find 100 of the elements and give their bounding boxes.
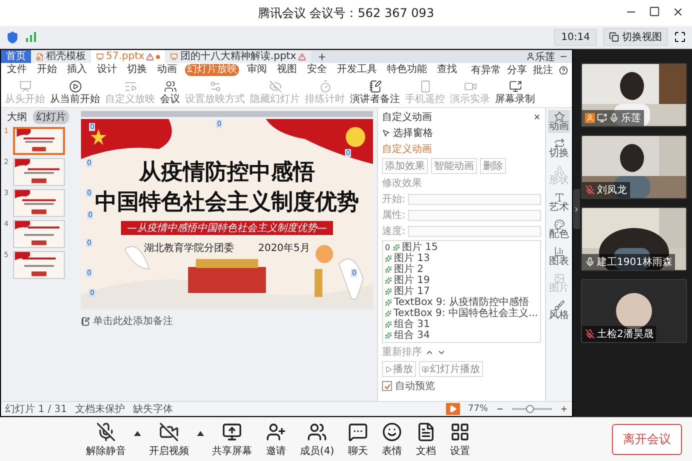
- ribbon-tab[interactable]: 插入: [65, 64, 89, 76]
- toolbar-button[interactable]: 共享屏幕: [206, 422, 258, 458]
- effect-button[interactable]: 智能动画: [431, 158, 477, 174]
- presentation-icon: [170, 52, 178, 60]
- slide-thumbnail[interactable]: [13, 220, 65, 248]
- ribbon-tab[interactable]: 审阅: [245, 64, 269, 76]
- ribbon-tab[interactable]: 查找: [435, 64, 459, 76]
- side-tool[interactable]: 风格: [548, 299, 570, 322]
- ribbon-tab[interactable]: 特色功能: [385, 64, 429, 76]
- ribbon-button[interactable]: 会议: [160, 80, 180, 104]
- effect-item[interactable]: 组合 31: [385, 319, 538, 330]
- unsaved-dot: [156, 54, 160, 58]
- close-icon[interactable]: [533, 113, 541, 121]
- ribbon-button[interactable]: 从当前开始: [50, 80, 100, 104]
- shapes-icon: [554, 165, 564, 176]
- slide-thumbnail[interactable]: [13, 158, 65, 186]
- ribbon-tab[interactable]: 动画: [155, 64, 179, 76]
- effect-item[interactable]: 图片 19: [385, 275, 538, 286]
- ribbon-tab[interactable]: 切换: [125, 64, 149, 76]
- shield-icon[interactable]: [6, 30, 19, 44]
- participant-name: 土检2潘昊晟: [597, 328, 654, 341]
- toolbar-button[interactable]: 文档: [410, 422, 442, 458]
- toolbar-button[interactable]: 设置: [444, 422, 476, 458]
- slide-organizer: 湖北教育学院分团委: [144, 242, 234, 255]
- side-tool[interactable]: 艺术: [548, 191, 570, 214]
- missing-fonts-status[interactable]: 缺失字体: [133, 402, 173, 416]
- side-tool[interactable]: 切换: [548, 137, 570, 160]
- monitor-icon: [422, 366, 429, 372]
- zoom-slider-thumb[interactable]: [526, 405, 534, 413]
- slide-date: 2020年5月: [258, 242, 310, 255]
- zoom-value[interactable]: 77%: [468, 404, 488, 414]
- fullscreen-icon[interactable]: [674, 31, 686, 43]
- dropdown-field[interactable]: [408, 210, 541, 220]
- slideshow-play-button[interactable]: [446, 403, 460, 415]
- slide-subtitle: —从疫情中感悟中国特色社会主义制度优势—: [121, 221, 333, 235]
- ribbon-tab[interactable]: 视图: [275, 64, 299, 76]
- file-menu[interactable]: 文件: [5, 64, 29, 76]
- side-tool[interactable]: 配色: [548, 218, 570, 241]
- maximize-icon[interactable]: [649, 6, 660, 17]
- effect-button[interactable]: 添加效果: [382, 158, 428, 174]
- close-icon[interactable]: [672, 6, 684, 18]
- new-tab-icon[interactable]: [317, 52, 328, 62]
- document-tab[interactable]: 稻壳模板: [31, 50, 91, 63]
- star-icon: [554, 111, 564, 122]
- slide-thumbnail[interactable]: [13, 251, 65, 279]
- leave-meeting-button[interactable]: 离开会议: [612, 424, 682, 455]
- effect-item[interactable]: TextBox 9: 从疫情防控中感悟: [385, 297, 538, 308]
- ribbon-tab[interactable]: 安全: [305, 64, 329, 76]
- menu-action[interactable]: 分享: [507, 63, 527, 77]
- side-tool[interactable]: 图表: [548, 245, 570, 268]
- effect-item[interactable]: 图片 2: [385, 264, 538, 275]
- phone-icon: [418, 80, 432, 92]
- dropdown-field[interactable]: [408, 226, 541, 236]
- ribbon-tab[interactable]: 设计: [95, 64, 119, 76]
- effect-item[interactable]: 图片 13: [385, 253, 538, 264]
- slide-thumbnail[interactable]: [13, 127, 65, 155]
- toolbar-button[interactable]: 解除静音: [80, 422, 132, 458]
- caret-icon[interactable]: [134, 431, 141, 436]
- document-tab[interactable]: 首页: [1, 50, 31, 63]
- protection-status[interactable]: 文档未保护: [75, 402, 125, 416]
- dropdown-field[interactable]: [408, 194, 541, 204]
- ribbon-tab[interactable]: 开发工具: [335, 64, 379, 76]
- help-icon[interactable]: [559, 66, 568, 74]
- user-icon: [526, 52, 535, 61]
- zoom-in-icon[interactable]: [560, 405, 568, 413]
- panel-tab[interactable]: 大纲: [4, 110, 30, 124]
- slideshow-button[interactable]: 幻灯片播放: [419, 361, 483, 377]
- effect-item[interactable]: 组合 34: [385, 330, 538, 341]
- toolbar-button[interactable]: 开启视频: [143, 422, 195, 458]
- warning-icon: [298, 52, 306, 60]
- toolbar-button[interactable]: 成员(4): [294, 422, 340, 458]
- section-label: 修改效果: [382, 177, 423, 190]
- window-title: 腾讯会议 会议号：562 367 093: [258, 4, 434, 22]
- switch-view-button[interactable]: 切换视图: [603, 28, 668, 46]
- notes-placeholder[interactable]: 单击此处添加备注: [93, 314, 173, 328]
- caret-icon[interactable]: [197, 431, 204, 436]
- auto-preview-checkbox[interactable]: [382, 381, 392, 391]
- slide-thumbnail[interactable]: [13, 189, 65, 217]
- effect-item[interactable]: 0 图片 15: [385, 242, 538, 253]
- ribbon-tab[interactable]: 开始: [35, 64, 59, 76]
- effect-item[interactable]: 图片 17: [385, 286, 538, 297]
- pointer-icon: [382, 129, 390, 137]
- menu-action[interactable]: 批注: [533, 63, 553, 77]
- toolbar-button[interactable]: 表情: [376, 422, 408, 458]
- play-button[interactable]: 播放: [382, 361, 416, 377]
- effect-button[interactable]: 删除: [480, 158, 506, 174]
- selection-pane-link[interactable]: 选择窗格: [393, 126, 433, 140]
- toolbar-button[interactable]: 聊天: [342, 422, 374, 458]
- effect-item[interactable]: TextBox 9: 中国特色社会主义...: [385, 308, 538, 319]
- collapse-handle[interactable]: [573, 189, 580, 229]
- menu-action[interactable]: 有异常: [471, 63, 501, 77]
- side-tool[interactable]: 动画: [548, 110, 570, 133]
- user-name[interactable]: 乐莲: [535, 50, 555, 63]
- sparkle-icon: [385, 288, 392, 295]
- ribbon-button[interactable]: 演讲者备注: [350, 80, 400, 104]
- toolbar-button[interactable]: 邀请: [260, 422, 292, 458]
- ribbon-button[interactable]: 屏幕录制: [495, 80, 535, 104]
- panel-tab[interactable]: 幻灯片: [33, 110, 69, 124]
- store-icon: [36, 52, 44, 60]
- document-tab[interactable]: 团的十八大精神解读.pptx: [165, 50, 312, 63]
